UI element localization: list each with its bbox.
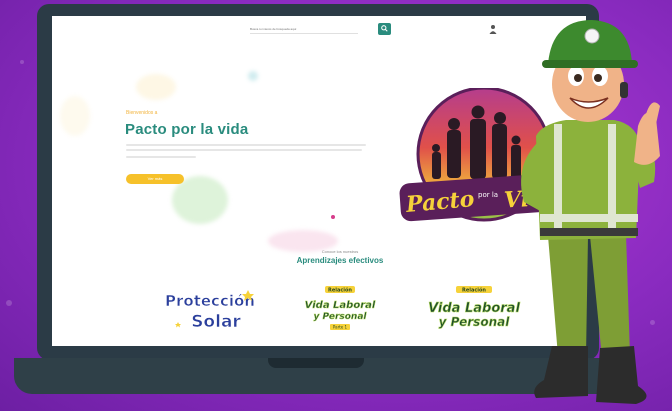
section-subtitle: Conoce los nuestros <box>321 249 359 254</box>
proteccion-solar-graphic: Protección Solar <box>165 290 255 332</box>
search-icon <box>381 25 388 32</box>
decorative-blob <box>248 71 258 81</box>
svg-text:Vida Laboral: Vida Laboral <box>305 300 376 311</box>
decorative-blob <box>136 74 176 100</box>
search-input[interactable] <box>250 25 358 34</box>
hero-title: Pacto por la vida <box>125 121 249 138</box>
worker-mascot <box>521 20 660 404</box>
svg-text:Parte 1: Parte 1 <box>333 325 348 330</box>
decorative-dot <box>331 215 335 219</box>
hero-text-line <box>126 149 362 151</box>
hero-text-line <box>126 144 366 146</box>
search-button[interactable] <box>378 23 391 35</box>
laptop-notch <box>268 358 364 368</box>
svg-text:Relación: Relación <box>462 287 486 294</box>
hero-text-line <box>126 156 196 158</box>
hero-more-button[interactable]: Ver más <box>126 174 184 184</box>
svg-text:Protección: Protección <box>165 292 255 310</box>
hero-kicker: Bienvenidos a <box>126 110 158 116</box>
decorative-blob <box>60 96 90 136</box>
course-card-proteccion-solar[interactable]: Protección Solar <box>164 286 256 336</box>
background-dot <box>6 300 12 306</box>
svg-text:Solar: Solar <box>191 312 241 332</box>
section-title: Aprendizajes efectivos <box>296 256 384 265</box>
vida-laboral-graphic: Relación Vida Laboral y Personal Parte 1 <box>304 286 376 330</box>
background-dot <box>20 60 24 64</box>
svg-text:Relación: Relación <box>328 287 352 294</box>
svg-text:y Personal: y Personal <box>313 312 367 322</box>
course-card-vida-laboral-parte-1[interactable]: Relación Vida Laboral y Personal Parte 1 <box>302 284 378 338</box>
